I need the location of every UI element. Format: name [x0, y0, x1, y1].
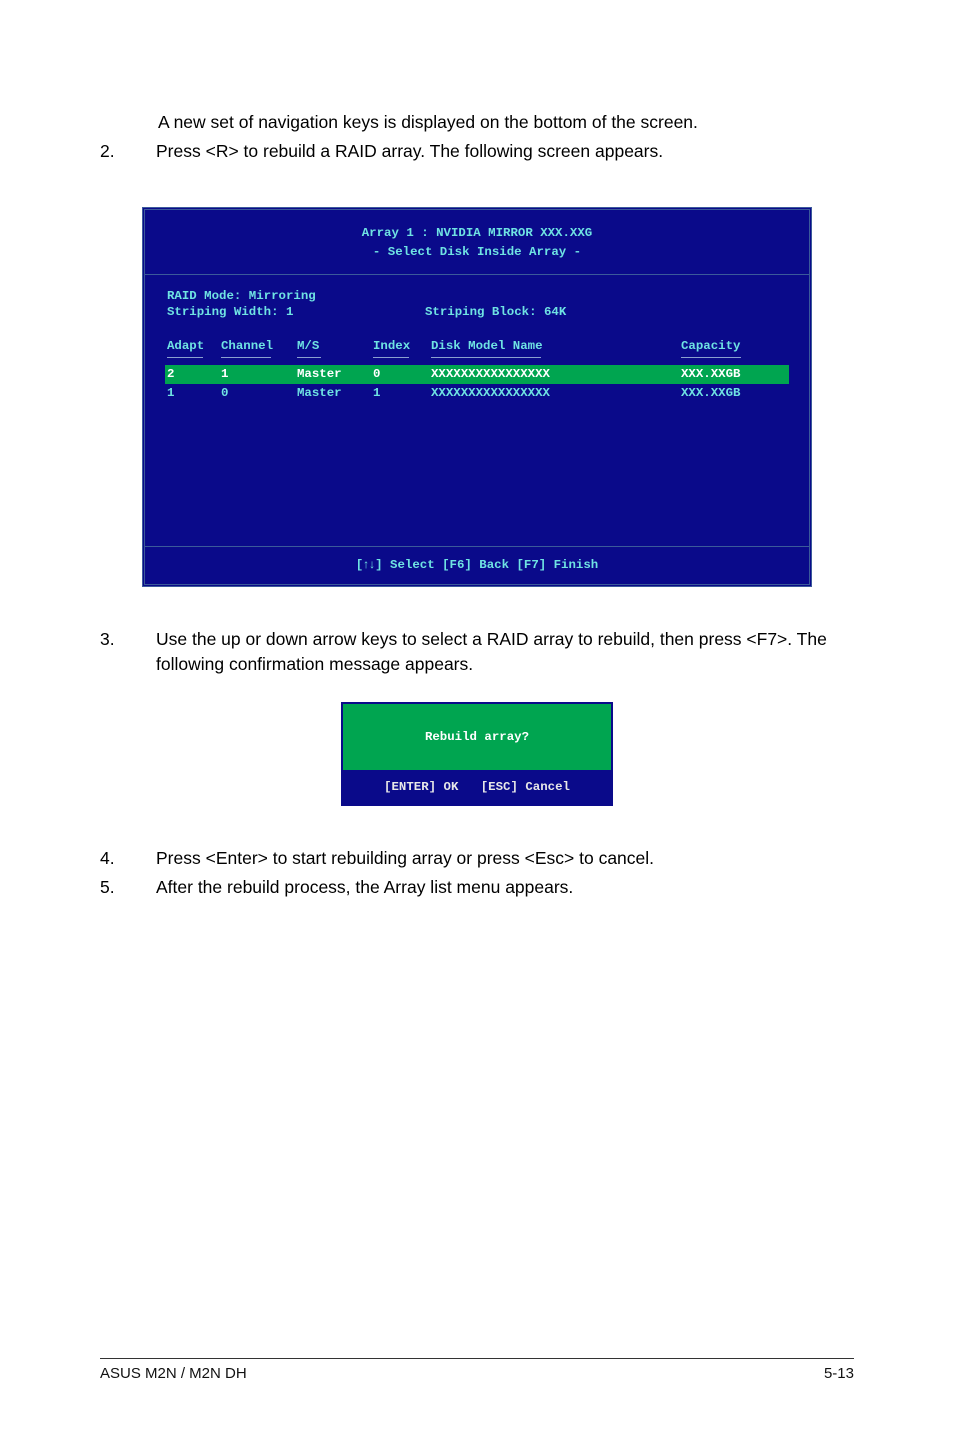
table-header-row: Adapt Channel M/S Index Disk Model Name …: [167, 337, 787, 358]
intro-text: A new set of navigation keys is displaye…: [158, 110, 854, 135]
hdr-adapt: Adapt: [167, 337, 221, 358]
terminal-footer: [↑↓] Select [F6] Back [F7] Finish: [145, 547, 809, 584]
cell-model: XXXXXXXXXXXXXXXX: [431, 365, 681, 384]
arrow-up-down-icon: ↑↓: [363, 557, 375, 571]
hdr-model: Disk Model Name: [431, 337, 681, 358]
table-row: 2 1 Master 0 XXXXXXXXXXXXXXXX XXX.XXGB: [165, 365, 789, 384]
step-4: 4. Press <Enter> to start rebuilding arr…: [100, 846, 854, 871]
step-3-body: Use the up or down arrow keys to select …: [156, 627, 854, 676]
step-4-body: Press <Enter> to start rebuilding array …: [156, 846, 854, 871]
bios-screenshot: Array 1 : NVIDIA MIRROR XXX.XXG - Select…: [142, 207, 812, 587]
hdr-channel: Channel: [221, 337, 297, 358]
step-3: 3. Use the up or down arrow keys to sele…: [100, 627, 854, 676]
terminal-header: Array 1 : NVIDIA MIRROR XXX.XXG - Select…: [145, 210, 809, 275]
dialog-frame: Rebuild array? [ENTER] OK [ESC] Cancel: [341, 702, 613, 806]
footer-actions: ] Select [F6] Back [F7] Finish: [375, 558, 598, 572]
footer-left: ASUS M2N / M2N DH: [100, 1365, 247, 1382]
step-2: 2. Press <R> to rebuild a RAID array. Th…: [100, 139, 854, 164]
step-2-num: 2.: [100, 139, 122, 164]
step-3-num: 3.: [100, 627, 122, 676]
page-footer: ASUS M2N / M2N DH 5-13: [100, 1358, 854, 1382]
table-row: 1 0 Master 1 XXXXXXXXXXXXXXXX XXX.XXGB: [167, 384, 787, 403]
terminal-body: RAID Mode: Mirroring Striping Width: 1 S…: [145, 275, 809, 547]
cell-adapt: 1: [167, 384, 221, 403]
step-5-body: After the rebuild process, the Array lis…: [156, 875, 854, 900]
cell-ms: Master: [297, 365, 373, 384]
hdr-capacity: Capacity: [681, 337, 771, 358]
cell-capacity: XXX.XXGB: [681, 365, 771, 384]
striping-block: Striping Block: 64K: [425, 303, 566, 322]
terminal-frame: Array 1 : NVIDIA MIRROR XXX.XXG - Select…: [142, 207, 812, 587]
step-2-body: Press <R> to rebuild a RAID array. The f…: [156, 139, 854, 164]
terminal-title-2: - Select Disk Inside Array -: [145, 243, 809, 262]
cell-model: XXXXXXXXXXXXXXXX: [431, 384, 681, 403]
cell-index: 1: [373, 384, 431, 403]
cell-adapt: 2: [167, 365, 221, 384]
hdr-index: Index: [373, 337, 431, 358]
striping-width: Striping Width: 1: [167, 303, 425, 322]
striping-line: Striping Width: 1 Striping Block: 64K: [167, 303, 787, 322]
cell-index: 0: [373, 365, 431, 384]
cell-ms: Master: [297, 384, 373, 403]
step-4-num: 4.: [100, 846, 122, 871]
cell-channel: 0: [221, 384, 297, 403]
dialog-buttons: [ENTER] OK [ESC] Cancel: [343, 772, 611, 804]
footer-right: 5-13: [824, 1365, 854, 1382]
hdr-ms: M/S: [297, 337, 373, 358]
step-5-num: 5.: [100, 875, 122, 900]
raid-mode-line: RAID Mode: Mirroring: [167, 289, 787, 303]
dialog-screenshot: Rebuild array? [ENTER] OK [ESC] Cancel: [341, 702, 613, 806]
terminal-title-1: Array 1 : NVIDIA MIRROR XXX.XXG: [145, 224, 809, 243]
cell-capacity: XXX.XXGB: [681, 384, 771, 403]
dialog-question: Rebuild array?: [343, 704, 611, 772]
step-5: 5. After the rebuild process, the Array …: [100, 875, 854, 900]
cell-channel: 1: [221, 365, 297, 384]
